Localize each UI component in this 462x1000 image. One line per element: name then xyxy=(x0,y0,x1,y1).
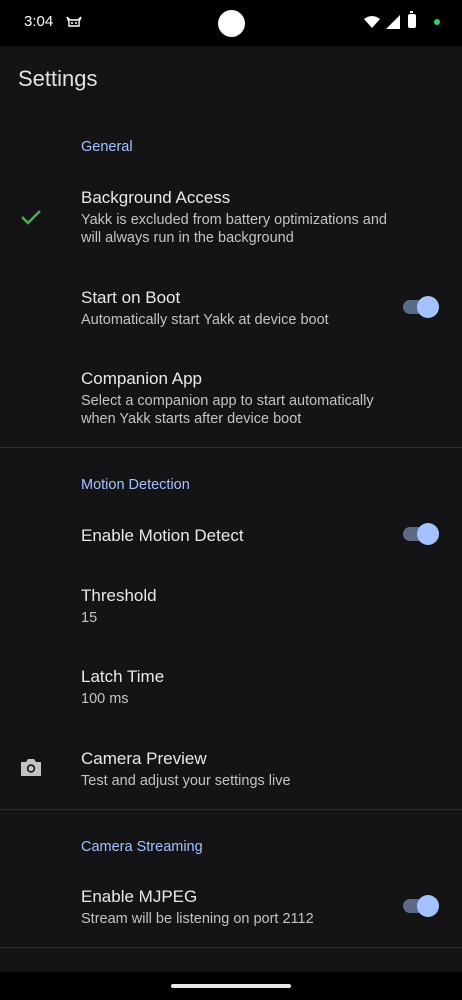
pref-enable-mjpeg[interactable]: Enable MJPEG Stream will be listening on… xyxy=(0,875,462,935)
front-camera-cutout xyxy=(218,10,245,37)
pref-title: Start on Boot xyxy=(81,288,181,307)
section-divider xyxy=(0,809,462,810)
cell-signal-icon xyxy=(386,15,400,29)
enable-motion-detect-switch[interactable] xyxy=(403,522,441,546)
battery-icon xyxy=(408,11,416,28)
section-divider xyxy=(0,447,462,448)
pref-summary: 15 xyxy=(81,610,98,626)
pref-summary: Stream will be listening on port 2112 xyxy=(81,911,314,927)
pref-summary: Yakk is excluded from battery optimizati… xyxy=(81,212,387,246)
pref-enable-motion-detect[interactable]: Enable Motion Detect xyxy=(0,512,462,558)
wifi-icon xyxy=(364,16,380,28)
pref-latch-time[interactable]: Latch Time 100 ms xyxy=(0,655,462,715)
pref-summary: Select a companion app to start automati… xyxy=(81,393,374,427)
pref-camera-preview[interactable]: Camera Preview Test and adjust your sett… xyxy=(0,737,462,797)
pref-background-access[interactable]: Background Access Yakk is excluded from … xyxy=(0,176,462,256)
pref-title: Background Access xyxy=(81,188,231,207)
home-gesture-handle[interactable] xyxy=(171,984,291,988)
pref-start-on-boot[interactable]: Start on Boot Automatically start Yakk a… xyxy=(0,276,462,338)
pref-title: Threshold xyxy=(81,586,157,605)
pref-title: Latch Time xyxy=(81,667,165,686)
enable-mjpeg-switch[interactable] xyxy=(403,894,441,918)
start-on-boot-switch[interactable] xyxy=(403,295,441,319)
camera-icon xyxy=(21,759,41,776)
privacy-indicator-dot xyxy=(434,19,440,25)
section-header-motion-detection: Motion Detection xyxy=(81,477,190,493)
pref-title: Companion App xyxy=(81,369,202,388)
pref-title: Camera Preview xyxy=(81,749,207,768)
page-title: Settings xyxy=(18,66,98,91)
section-header-camera-streaming: Camera Streaming xyxy=(81,839,203,855)
status-bar: 3:04 xyxy=(0,0,462,46)
section-divider xyxy=(0,947,462,948)
pref-title: Enable MJPEG xyxy=(81,887,198,906)
status-time: 3:04 xyxy=(24,13,54,30)
notification-app-icon xyxy=(66,16,82,27)
pref-summary: Automatically start Yakk at device boot xyxy=(81,312,329,328)
check-icon xyxy=(21,210,41,225)
section-header-general: General xyxy=(81,139,133,155)
pref-summary: Test and adjust your settings live xyxy=(81,773,291,789)
pref-threshold[interactable]: Threshold 15 xyxy=(0,574,462,634)
pref-title: Enable Motion Detect xyxy=(81,526,244,545)
pref-summary: 100 ms xyxy=(81,691,129,707)
navigation-bar xyxy=(0,972,462,1000)
pref-companion-app[interactable]: Companion App Select a companion app to … xyxy=(0,357,462,437)
